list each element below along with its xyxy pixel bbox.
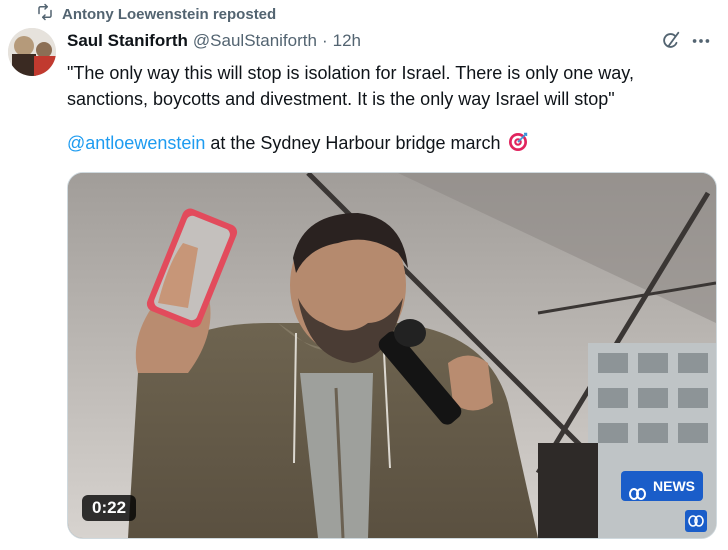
more-options-icon[interactable]	[690, 30, 712, 52]
avatar[interactable]	[8, 28, 56, 76]
timestamp[interactable]: 12h	[333, 31, 361, 51]
repost-text[interactable]: Antony Loewenstein reposted	[62, 6, 276, 23]
tweet-text: "The only way this will stop is isolatio…	[67, 63, 634, 109]
mention-link[interactable]: @antloewenstein	[67, 133, 205, 153]
video-duration: 0:22	[82, 495, 137, 521]
separator: ·	[321, 31, 328, 50]
video-player[interactable]: 0:22 NEWS	[67, 172, 717, 539]
author-handle[interactable]: @SaulStaniforth	[193, 31, 317, 51]
repost-icon	[36, 3, 54, 25]
target-emoji	[508, 132, 528, 152]
repost-indicator[interactable]: Antony Loewenstein reposted	[36, 3, 276, 25]
tweet-mention-line: @antloewenstein at the Sydney Harbour br…	[67, 130, 707, 156]
grok-icon[interactable]	[660, 30, 682, 52]
tweet-header: Saul Staniforth @SaulStaniforth · 12h	[67, 30, 361, 52]
video-frame	[68, 173, 716, 538]
broadcaster-badge: NEWS	[621, 471, 703, 501]
author-name[interactable]: Saul Staniforth	[67, 31, 188, 51]
abc-watermark-icon	[685, 510, 707, 532]
mention-line-text: at the Sydney Harbour bridge march	[205, 133, 501, 153]
broadcaster-badge-label: NEWS	[653, 478, 695, 494]
abc-logo	[629, 480, 649, 500]
